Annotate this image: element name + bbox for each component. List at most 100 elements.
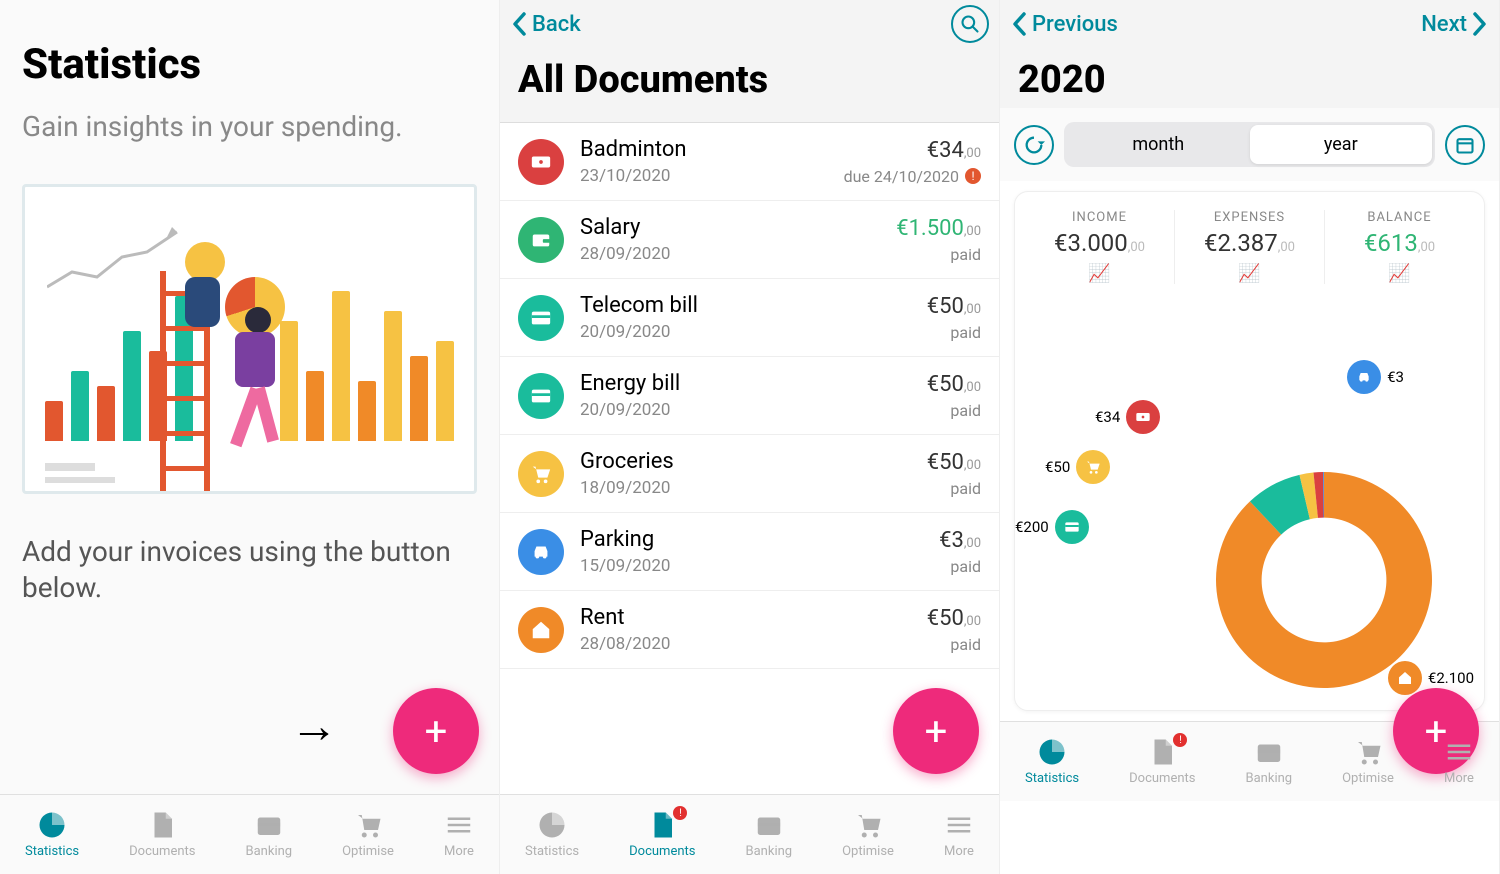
add-button[interactable]: + [893,688,979,774]
card-icon [518,295,564,341]
chart-icon: 📈 [1331,263,1468,284]
category-chip[interactable]: €34 [1095,400,1160,434]
next-button[interactable]: Next [1421,10,1489,38]
category-chip[interactable]: €3 [1347,360,1404,394]
arrow-indicator-icon: → [290,697,338,754]
row-status: paid [927,479,981,498]
row-title: Parking [580,527,923,552]
tab-documents[interactable]: !Documents [629,810,695,859]
search-button[interactable] [951,5,989,43]
tab-banking[interactable]: Banking [1246,737,1293,786]
document-row[interactable]: Rent 28/08/2020 €50,00 paid [500,591,999,669]
previous-button[interactable]: Previous [1010,10,1118,38]
calendar-button[interactable] [1445,125,1485,165]
screen-statistics-year: Previous Next 2020 month year INCOME €3.… [1000,0,1500,874]
refresh-button[interactable] [1014,125,1054,165]
chip-label: €50 [1045,458,1070,476]
segment-year[interactable]: year [1250,125,1433,164]
category-chip[interactable]: €50 [1045,450,1110,484]
row-status: paid [927,635,981,654]
row-date: 20/09/2020 [580,400,911,420]
document-row[interactable]: Badminton 23/10/2020 €34,00 due 24/10/20… [500,123,999,201]
chevron-left-icon [510,10,530,38]
chevron-right-icon [1469,10,1489,38]
tab-banking[interactable]: Banking [746,810,793,859]
warning-icon: ! [965,168,981,184]
tab-more[interactable]: More [944,810,974,859]
row-amount: €34,00 [844,138,981,163]
chip-label: €2.100 [1428,669,1474,687]
stat-income[interactable]: INCOME €3.000,00 📈 [1025,210,1175,284]
chip-label: €34 [1095,408,1120,426]
segment-month[interactable]: month [1067,125,1250,164]
row-date: 23/10/2020 [580,166,828,186]
row-amount: €1.500,00 [896,216,981,241]
badge-icon: ! [673,806,687,820]
document-row[interactable]: Salary 28/09/2020 €1.500,00 paid [500,201,999,279]
row-amount: €50,00 [927,606,981,631]
illustration [22,184,477,494]
stat-balance[interactable]: BALANCE €613,00 📈 [1325,210,1474,284]
document-row[interactable]: Groceries 18/09/2020 €50,00 paid [500,435,999,513]
tab-optimise[interactable]: Optimise [842,810,894,859]
row-date: 28/09/2020 [580,244,880,264]
chip-label: €200 [1015,518,1049,536]
tab-statistics[interactable]: Statistics [25,810,79,859]
tab-documents[interactable]: Documents [129,810,195,859]
instruction-text: Add your invoices using the button below… [22,534,477,607]
row-title: Energy bill [580,371,911,396]
add-button[interactable]: + [393,688,479,774]
row-title: Groceries [580,449,911,474]
cart-icon [518,451,564,497]
badge-icon: ! [1173,733,1187,747]
page-subtitle: Gain insights in your spending. [22,109,477,144]
ticket-icon [1126,400,1160,434]
tab-more[interactable]: More [444,810,474,859]
row-date: 15/09/2020 [580,556,923,576]
chart-icon: 📈 [1031,263,1168,284]
refresh-icon [1023,134,1045,156]
home-icon [1388,661,1422,695]
row-status: paid [927,401,981,420]
row-date: 20/09/2020 [580,322,911,342]
car-icon [518,529,564,575]
row-title: Telecom bill [580,293,911,318]
calendar-icon [1455,135,1475,155]
document-row[interactable]: Parking 15/09/2020 €3,00 paid [500,513,999,591]
back-button[interactable]: Back [510,10,581,38]
row-amount: €50,00 [927,450,981,475]
tab-bar: Statistics Documents Banking Optimise Mo… [0,794,499,874]
wallet-icon [518,217,564,263]
summary-card: INCOME €3.000,00 📈 EXPENSES €2.387,00 📈 … [1014,191,1485,711]
cart-icon [1076,450,1110,484]
card-icon [518,373,564,419]
expenses-donut-chart: €3 €34 €50 €200 €2.100 [1015,360,1484,710]
category-chip[interactable]: €200 [1015,510,1089,544]
stat-expenses[interactable]: EXPENSES €2.387,00 📈 [1175,210,1325,284]
document-row[interactable]: Energy bill 20/09/2020 €50,00 paid [500,357,999,435]
tab-statistics[interactable]: Statistics [1025,737,1079,786]
tab-documents[interactable]: !Documents [1129,737,1195,786]
page-title: Statistics [22,40,477,89]
chart-icon: 📈 [1181,263,1318,284]
row-status: paid [939,557,981,576]
row-title: Badminton [580,137,828,162]
page-title: 2020 [1000,48,1499,108]
tab-bar: Statistics !Documents Banking Optimise M… [500,794,999,874]
tab-banking[interactable]: Banking [246,810,293,859]
row-amount: €50,00 [927,294,981,319]
chevron-left-icon [1010,10,1030,38]
row-title: Salary [580,215,880,240]
car-icon [1347,360,1381,394]
tab-more[interactable]: More [1444,737,1474,786]
period-segment: month year [1064,122,1435,167]
home-icon [518,607,564,653]
row-amount: €3,00 [939,528,981,553]
document-row[interactable]: Telecom bill 20/09/2020 €50,00 paid [500,279,999,357]
tab-optimise[interactable]: Optimise [1342,737,1394,786]
search-icon [960,14,980,34]
tab-optimise[interactable]: Optimise [342,810,394,859]
tab-statistics[interactable]: Statistics [525,810,579,859]
page-title: All Documents [500,48,999,123]
chip-label: €3 [1387,368,1404,386]
